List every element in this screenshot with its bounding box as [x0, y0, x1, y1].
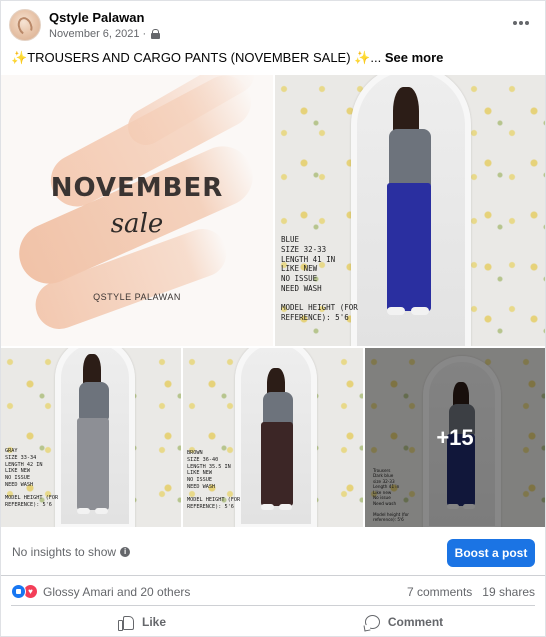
post-header: Qstyle Palawan November 6, 2021 ·	[1, 1, 545, 45]
more-photos-overlay[interactable]: +15	[365, 348, 545, 527]
more-photos-count: +15	[436, 424, 474, 450]
engagement-counts: 7 comments 19 shares	[407, 585, 535, 599]
info-icon[interactable]: i	[120, 547, 131, 557]
caption-ellipsis: ...	[370, 50, 382, 65]
insights-text: No insights to show	[12, 545, 117, 559]
lock-icon[interactable]	[151, 29, 161, 39]
more-options-button[interactable]	[509, 11, 533, 35]
comment-button[interactable]: Comment	[273, 606, 535, 637]
comment-label: Comment	[387, 614, 444, 629]
page-avatar[interactable]	[9, 9, 41, 41]
reaction-icons[interactable]: ♥	[11, 584, 38, 599]
meta-separator: ·	[142, 28, 147, 40]
post-date-link[interactable]: November 6, 2021	[49, 28, 140, 40]
pants-swatch	[261, 422, 293, 506]
pants-swatch	[77, 418, 109, 510]
insights-bar: No insights to show i Boost a post	[1, 528, 545, 576]
cover-subtitle: sale	[110, 209, 164, 239]
pants-swatch	[387, 183, 431, 311]
reactions-summary: ♥ Glossy Amari and 20 others 7 comments …	[1, 577, 545, 605]
photo-tile[interactable]: Trousers Dark blue size 32-33 Length 41 …	[365, 348, 545, 527]
item-details: GRAY SIZE 33-34 LENGTH 42 IN LIKE NEW NO…	[5, 448, 59, 508]
see-more-link[interactable]: See more	[385, 50, 444, 65]
sparkle-emoji: ✨	[354, 50, 371, 65]
comment-icon	[364, 614, 380, 629]
cover-brand: QSTYLE PALAWAN	[93, 292, 181, 302]
sparkle-emoji: ✨	[11, 50, 28, 65]
shares-count-link[interactable]: 19 shares	[482, 585, 535, 599]
reactors-link[interactable]: Glossy Amari and 20 others	[43, 585, 190, 599]
boost-post-button[interactable]: Boost a post	[447, 539, 535, 567]
post-caption: ✨TROUSERS AND CARGO PANTS (NOVEMBER SALE…	[11, 50, 443, 66]
photo-grid: NOVEMBER sale QSTYLE PALAWAN BLUE SIZE 3…	[1, 75, 545, 527]
photo-tile[interactable]: BROWN SIZE 36-40 LENGTH 35.5 IN LIKE NEW…	[183, 348, 363, 527]
page-name-link[interactable]: Qstyle Palawan	[49, 10, 144, 25]
like-label: Like	[141, 614, 166, 629]
post-actions: Like Comment	[11, 605, 535, 637]
insights-message: No insights to show i	[12, 545, 131, 559]
item-details: BLUE SIZE 32-33 LENGTH 41 IN LIKE NEW NO…	[281, 235, 358, 322]
thumbs-up-icon	[117, 615, 134, 631]
photo-tile[interactable]: BLUE SIZE 32-33 LENGTH 41 IN LIKE NEW NO…	[275, 75, 545, 346]
like-reaction-icon	[11, 584, 26, 599]
comments-count-link[interactable]: 7 comments	[407, 585, 472, 599]
photo-tile-cover[interactable]: NOVEMBER sale QSTYLE PALAWAN	[1, 75, 273, 346]
post-meta: November 6, 2021 ·	[49, 28, 161, 40]
caption-text: TROUSERS AND CARGO PANTS (NOVEMBER SALE)	[27, 50, 355, 65]
cover-title: NOVEMBER	[50, 173, 224, 203]
photo-tile[interactable]: GRAY SIZE 33-34 LENGTH 42 IN LIKE NEW NO…	[1, 348, 181, 527]
post-card: Qstyle Palawan November 6, 2021 · ✨TROUS…	[0, 0, 546, 637]
like-button[interactable]: Like	[11, 606, 273, 637]
more-horizontal-icon	[513, 21, 517, 25]
item-details: BROWN SIZE 36-40 LENGTH 35.5 IN LIKE NEW…	[187, 450, 241, 510]
